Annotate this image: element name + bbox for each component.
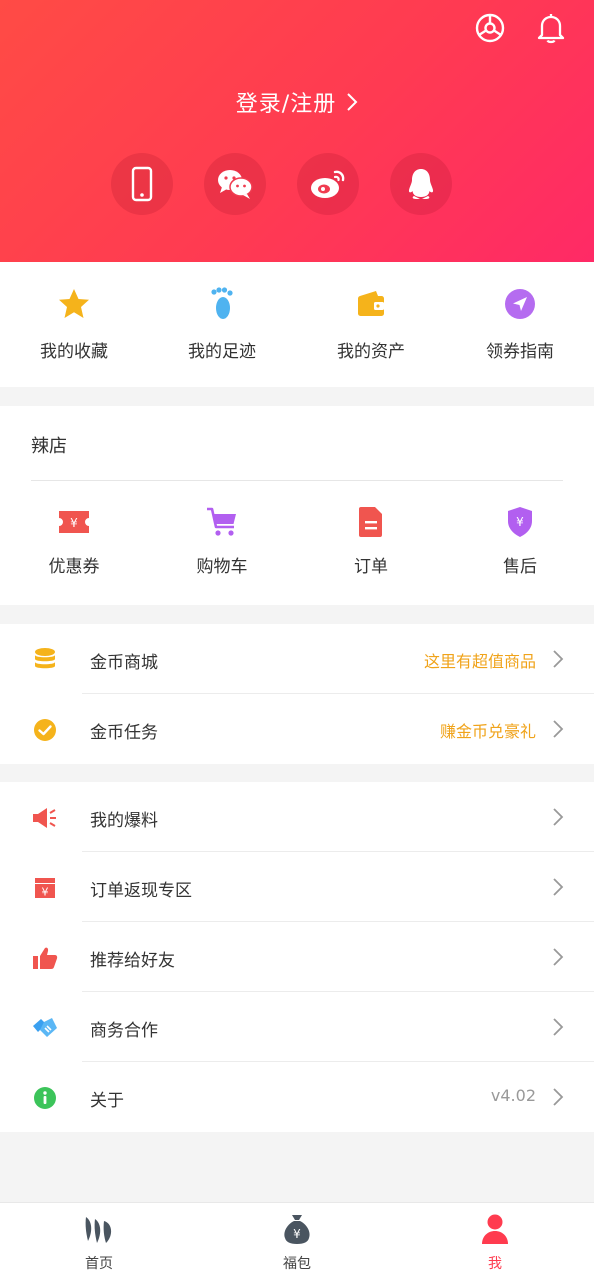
row-hint: 这里有超值商品 — [423, 652, 536, 671]
phone-login-button[interactable] — [111, 153, 173, 215]
quick-links: 我的收藏 我的足迹 我的资产 领券指南 — [0, 262, 594, 387]
cashback-icon: ¥ — [35, 878, 55, 899]
row-title: 关于 — [90, 1091, 124, 1111]
shop-title: 辣店 — [31, 436, 67, 457]
money-bag-icon: ¥ — [284, 1215, 310, 1244]
version-label: v4.02 — [490, 1086, 536, 1105]
svg-text:¥: ¥ — [70, 516, 78, 530]
chevron-right-icon — [553, 948, 564, 966]
qq-icon — [408, 169, 434, 199]
about-row[interactable]: 关于 v4.02 — [0, 1062, 594, 1132]
shop-item-coupons[interactable]: ¥ 优惠券 — [0, 504, 148, 584]
quick-link-label: 我的收藏 — [40, 342, 108, 362]
chevron-right-icon — [553, 650, 564, 668]
megaphone-icon — [33, 808, 56, 828]
weibo-login-button[interactable] — [297, 153, 359, 215]
tab-label: 首页 — [85, 1256, 113, 1272]
order-cashback-row[interactable]: ¥ 订单返现专区 — [0, 852, 594, 922]
bottom-nav: 首页 ¥ 福包 我 — [0, 1202, 594, 1280]
shop-item-label: 售后 — [503, 557, 537, 577]
shop-section: 辣店 ¥ 优惠券 购物车 订单 ¥ 售后 — [0, 406, 594, 605]
cart-icon — [207, 507, 236, 536]
coin-mall-row[interactable]: 金币商城 这里有超值商品 — [0, 624, 594, 694]
chevron-right-icon — [553, 1088, 564, 1106]
quick-link-label: 我的足迹 — [188, 342, 256, 362]
order-icon — [359, 507, 382, 537]
quick-link-favorites[interactable]: 我的收藏 — [0, 284, 148, 374]
svg-text:¥: ¥ — [42, 886, 49, 899]
divider — [31, 480, 563, 481]
tab-me[interactable]: 我 — [435, 1211, 555, 1275]
chevron-right-icon — [553, 720, 564, 738]
shop-item-orders[interactable]: 订单 — [297, 504, 445, 584]
shop-item-label: 优惠券 — [48, 557, 100, 577]
chevron-right-icon — [347, 93, 358, 111]
star-icon — [59, 289, 89, 318]
coin-task-row[interactable]: 金币任务 赚金币兑豪礼 — [0, 694, 594, 764]
quick-link-footprints[interactable]: 我的足迹 — [148, 284, 296, 374]
tab-label: 我 — [488, 1256, 502, 1272]
check-circle-icon — [34, 719, 56, 741]
row-title: 商务合作 — [90, 1021, 158, 1041]
qq-login-button[interactable] — [390, 153, 452, 215]
wechat-icon — [218, 170, 253, 199]
profile-header: 登录/注册 — [0, 0, 594, 262]
business-cooperation-row[interactable]: 商务合作 — [0, 992, 594, 1062]
coins-icon — [35, 648, 55, 669]
bell-icon[interactable] — [533, 10, 569, 46]
row-title: 我的爆料 — [90, 811, 158, 831]
recommend-friends-row[interactable]: 推荐给好友 — [0, 922, 594, 992]
wechat-login-button[interactable] — [204, 153, 266, 215]
info-icon — [34, 1087, 56, 1109]
misc-group: 我的爆料 ¥ 订单返现专区 推荐给好友 商务合作 关于 v4.02 — [0, 782, 594, 1132]
quick-link-assets[interactable]: 我的资产 — [297, 284, 445, 374]
quick-link-coupon-guide[interactable]: 领券指南 — [446, 284, 594, 374]
login-register-link[interactable]: 登录/注册 — [0, 86, 594, 118]
user-icon — [482, 1214, 508, 1244]
shield-yen-icon: ¥ — [508, 507, 532, 537]
row-title: 金币商城 — [90, 653, 158, 673]
shop-item-label: 购物车 — [196, 557, 248, 577]
svg-text:¥: ¥ — [293, 1227, 301, 1241]
wallet-icon — [358, 291, 384, 316]
tab-lucky-bag[interactable]: ¥ 福包 — [237, 1211, 357, 1275]
shop-item-label: 订单 — [354, 557, 388, 577]
quick-link-label: 我的资产 — [337, 342, 405, 362]
tab-home[interactable]: 首页 — [39, 1211, 159, 1275]
chevron-right-icon — [553, 808, 564, 826]
shop-item-after-sales[interactable]: ¥ 售后 — [446, 504, 594, 584]
weibo-icon — [311, 170, 345, 198]
shop-item-cart[interactable]: 购物车 — [148, 504, 296, 584]
row-hint: 赚金币兑豪礼 — [439, 722, 536, 741]
svg-text:¥: ¥ — [516, 515, 524, 529]
chevron-right-icon — [553, 878, 564, 896]
thumbs-up-icon — [33, 947, 58, 969]
chevron-right-icon — [553, 1018, 564, 1036]
coin-group: 金币商城 这里有超值商品 金币任务 赚金币兑豪礼 — [0, 624, 594, 764]
quick-link-label: 领券指南 — [486, 342, 554, 362]
footprint-icon — [211, 287, 233, 319]
tab-label: 福包 — [283, 1256, 311, 1272]
login-register-label: 登录/注册 — [235, 92, 337, 117]
handshake-icon — [33, 1018, 57, 1037]
send-icon — [505, 289, 535, 319]
home-icon — [85, 1217, 112, 1243]
my-tips-row[interactable]: 我的爆料 — [0, 782, 594, 852]
row-title: 金币任务 — [90, 723, 158, 743]
coupon-icon: ¥ — [59, 511, 89, 533]
settings-icon[interactable] — [472, 10, 508, 46]
row-title: 订单返现专区 — [90, 881, 192, 901]
phone-icon — [131, 166, 153, 202]
row-title: 推荐给好友 — [90, 951, 175, 971]
